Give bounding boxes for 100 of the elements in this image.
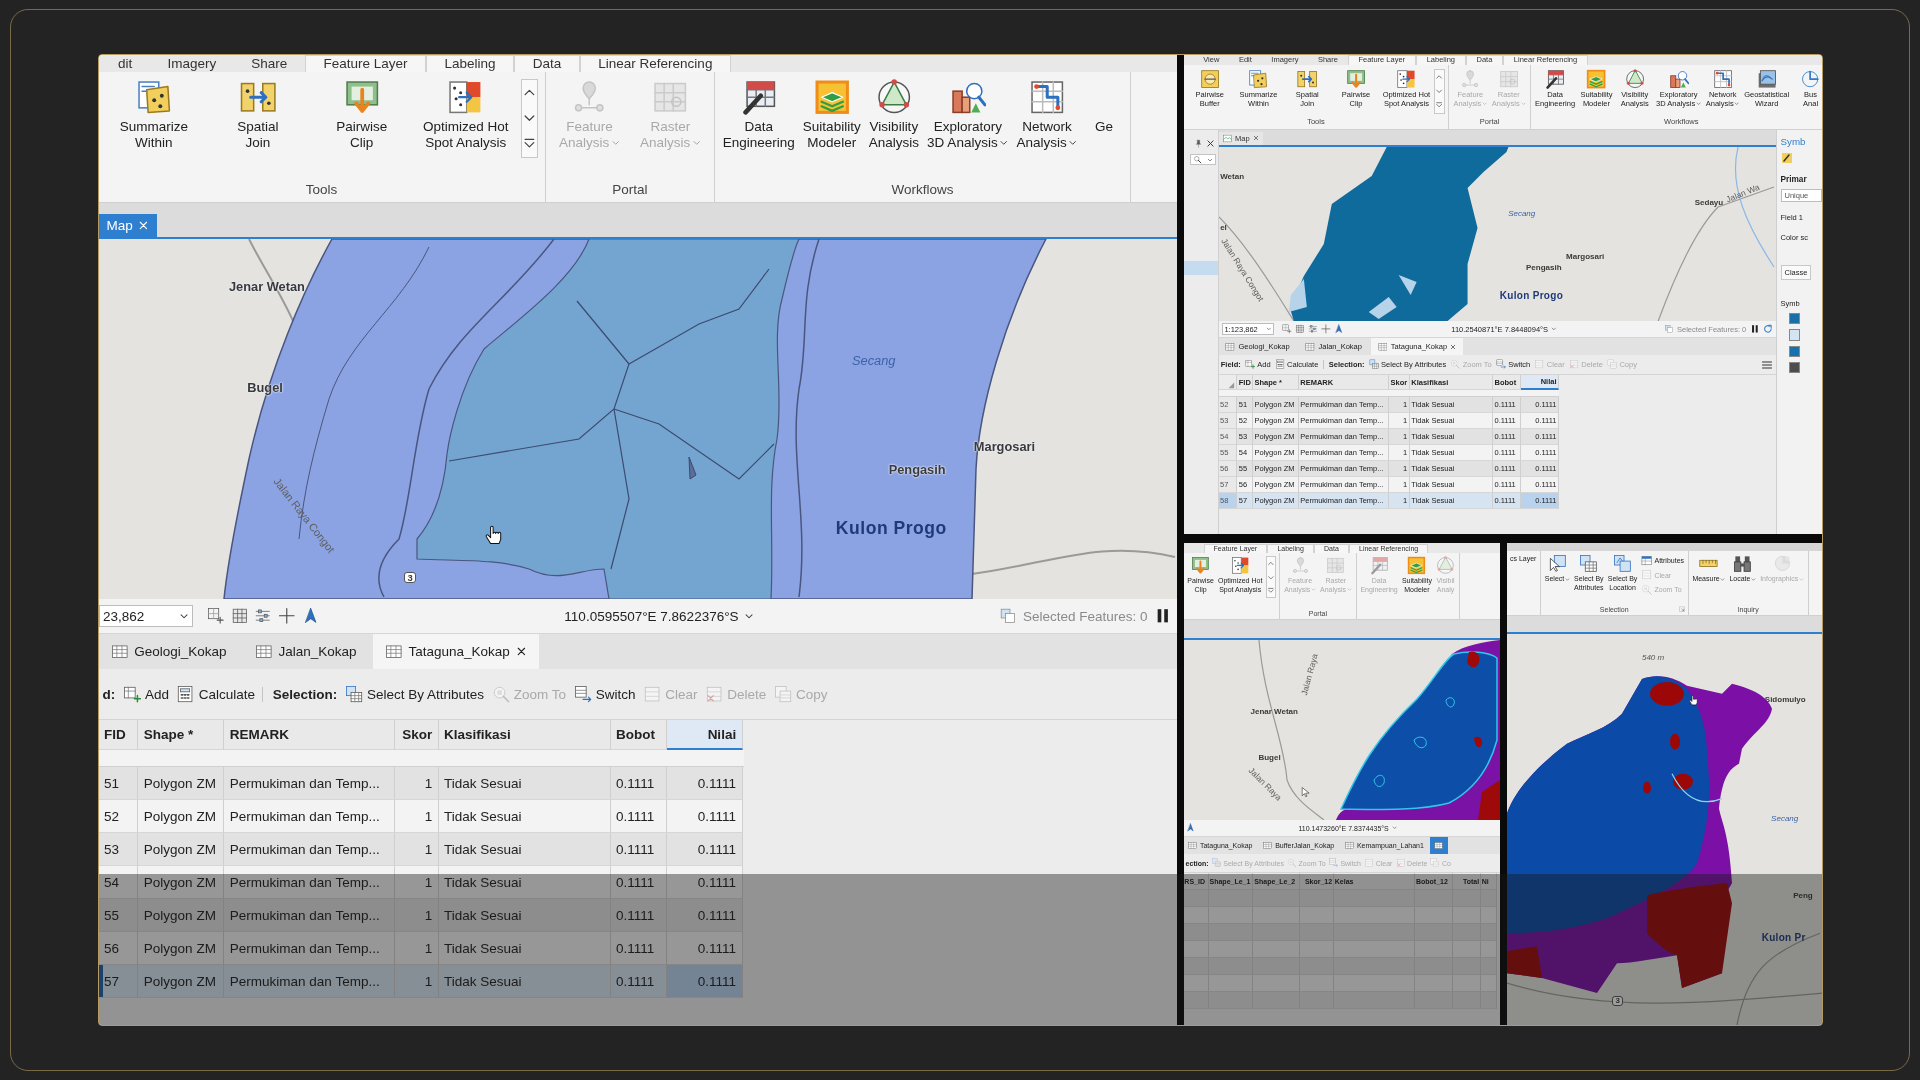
column-header[interactable]: Klasifikasi	[438, 720, 611, 750]
crosshair-icon[interactable]	[1321, 324, 1331, 334]
table-row[interactable]: 55 Polygon ZM Permukiman dan Temp... 1 Tidak Sesuai 0.1111 0.1111	[98, 899, 743, 932]
table-cell: Polygon ZM	[138, 965, 225, 998]
tool-button[interactable]: Optimized Hot Spot Analysis	[414, 76, 517, 153]
class-patch-polygon	[1473, 736, 1482, 748]
pause-icon[interactable]	[1749, 324, 1760, 334]
column-header[interactable]: Bobot	[610, 720, 667, 750]
tool-button[interactable]: Exploratory 3D Analysis	[923, 76, 1012, 153]
column-header[interactable]: Skor	[395, 720, 439, 750]
toolbar-button[interactable]: Calculate	[176, 684, 255, 704]
join-tiles-icon	[1297, 68, 1318, 89]
north-arrow-icon[interactable]	[1186, 823, 1196, 833]
pane-list-row[interactable]	[1183, 261, 1218, 275]
table-row[interactable]: 53 Polygon ZM Permukiman dan Temp... 1 Tidak Sesuai 0.1111 0.1111	[98, 833, 743, 866]
close-icon[interactable]	[515, 646, 527, 657]
caret-icon	[1720, 577, 1726, 583]
table-tab[interactable]: Tataguna_Kokap	[372, 634, 539, 669]
copy-icon	[1430, 858, 1440, 868]
toolbar-button[interactable]: Switch	[573, 684, 636, 704]
class-outline	[1413, 736, 1427, 749]
delete-table-icon	[1568, 359, 1579, 370]
toolbar-button[interactable]: Select By Attributes	[344, 684, 485, 704]
table-tab[interactable]: Jalan_Kokap	[242, 634, 369, 669]
tool-button[interactable]: Network Analysis	[1013, 76, 1081, 153]
caret-icon	[610, 138, 620, 148]
ribbon-tab[interactable]: Data	[514, 55, 580, 72]
menu-icon[interactable]	[1761, 358, 1774, 371]
table-select-icon	[1368, 359, 1379, 370]
tool-button[interactable]: Visibility Analysis	[865, 76, 923, 153]
elevation-label: 540 m	[1641, 653, 1665, 662]
crosshair-icon[interactable]	[278, 607, 296, 625]
close-icon[interactable]	[1205, 139, 1215, 148]
selected-features-count: Selected Features: 0	[1022, 608, 1148, 624]
tool-button[interactable]: Data Engineering	[719, 76, 799, 153]
caret-icon	[1206, 156, 1213, 163]
map-icon	[1223, 133, 1232, 143]
group-label: Portal	[612, 182, 648, 198]
route-shield: 3	[1612, 995, 1624, 1006]
map-tab[interactable]: Map	[98, 213, 158, 237]
caret-icon	[1564, 577, 1570, 583]
table-tab[interactable]	[1430, 837, 1448, 854]
clear-table-icon	[1534, 359, 1545, 370]
caret-icon	[1696, 101, 1702, 107]
tool-button[interactable]: Ge	[1082, 76, 1126, 138]
tool-button[interactable]: Summarize Within	[102, 76, 206, 153]
ribbon-tab[interactable]: Share	[233, 56, 305, 72]
north-arrow-icon[interactable]	[1334, 324, 1345, 334]
column-header[interactable]: Shape *	[138, 720, 225, 750]
tool-button[interactable]: Spatial Join	[206, 76, 310, 153]
river-line	[1670, 773, 1723, 803]
table-brush-icon	[1369, 556, 1389, 576]
column-header[interactable]: Nilai	[666, 720, 743, 750]
column-header[interactable]: FID	[98, 720, 139, 750]
scale-dropdown[interactable]: 23,862	[98, 605, 193, 627]
ribbon-tab[interactable]: Linear Referencing	[579, 55, 731, 72]
brush-icon[interactable]	[1780, 152, 1793, 164]
table-row[interactable]: 51 Polygon ZM Permukiman dan Temp... 1 Tidak Sesuai 0.1111 0.1111	[98, 767, 743, 800]
extent-plus-icon[interactable]	[1281, 324, 1292, 334]
water-label: Secang	[1771, 815, 1799, 824]
table-row[interactable]: 56 Polygon ZM Permukiman dan Temp... 1 Tidak Sesuai 0.1111 0.1111	[98, 932, 743, 965]
table-cell: 1	[395, 965, 439, 998]
sliders-icon[interactable]	[1308, 324, 1318, 334]
add-field-icon	[1244, 359, 1255, 370]
extent-plus-icon[interactable]	[207, 607, 225, 625]
ribbon-tab[interactable]: Feature Layer	[304, 55, 426, 72]
clear-table-icon	[1641, 569, 1653, 581]
tool-button[interactable]: Suitability Modeler	[799, 76, 864, 153]
place-label: Jenar Wetan	[1250, 708, 1298, 717]
grid-icon[interactable]	[230, 607, 249, 625]
table-row[interactable]: 54 Polygon ZM Permukiman dan Temp... 1 Tidak Sesuai 0.1111 0.1111	[98, 866, 743, 899]
toolbar-button[interactable]: Add	[122, 684, 169, 704]
route-grid-icon	[1712, 68, 1733, 89]
table-icon	[110, 642, 129, 661]
caret-icon[interactable]	[1551, 326, 1557, 332]
tool-button[interactable]: Pairwise Clip	[310, 76, 413, 153]
sight-circle-icon	[1436, 556, 1455, 576]
table-row[interactable]: 57 Polygon ZM Permukiman dan Temp... 1 Tidak Sesuai 0.1111 0.1111	[98, 965, 743, 998]
sliders-icon[interactable]	[254, 607, 272, 625]
place-label: Bugel	[1258, 753, 1281, 762]
ribbon-tab[interactable]: Labeling	[426, 55, 515, 72]
color-swatch-icon[interactable]	[1788, 313, 1800, 325]
column-header[interactable]: REMARK	[224, 720, 396, 750]
grid-icon[interactable]	[1295, 324, 1305, 334]
map-summary-icon	[1248, 68, 1269, 89]
color-swatch-icon[interactable]	[1788, 345, 1800, 357]
color-swatch-icon[interactable]	[1788, 329, 1800, 341]
search-icon	[1192, 155, 1202, 164]
table-icon	[1305, 341, 1316, 352]
place-label: Pengasih	[1525, 263, 1562, 272]
pin-icon[interactable]	[1193, 139, 1203, 148]
ribbon-tab[interactable]: dit	[100, 56, 150, 72]
ribbon-tab[interactable]: Imagery	[149, 56, 234, 72]
table-row[interactable]: 52 Polygon ZM Permukiman dan Temp... 1 Tidak Sesuai 0.1111 0.1111	[98, 800, 743, 833]
group-label: Workflows	[891, 182, 954, 198]
table-tab[interactable]: Geologi_Kokap	[98, 634, 239, 669]
color-swatch-icon[interactable]	[1788, 361, 1800, 373]
search-field[interactable]	[1189, 154, 1216, 165]
class-patch-polygon	[1669, 733, 1680, 750]
zoom-to-icon	[1641, 583, 1653, 595]
